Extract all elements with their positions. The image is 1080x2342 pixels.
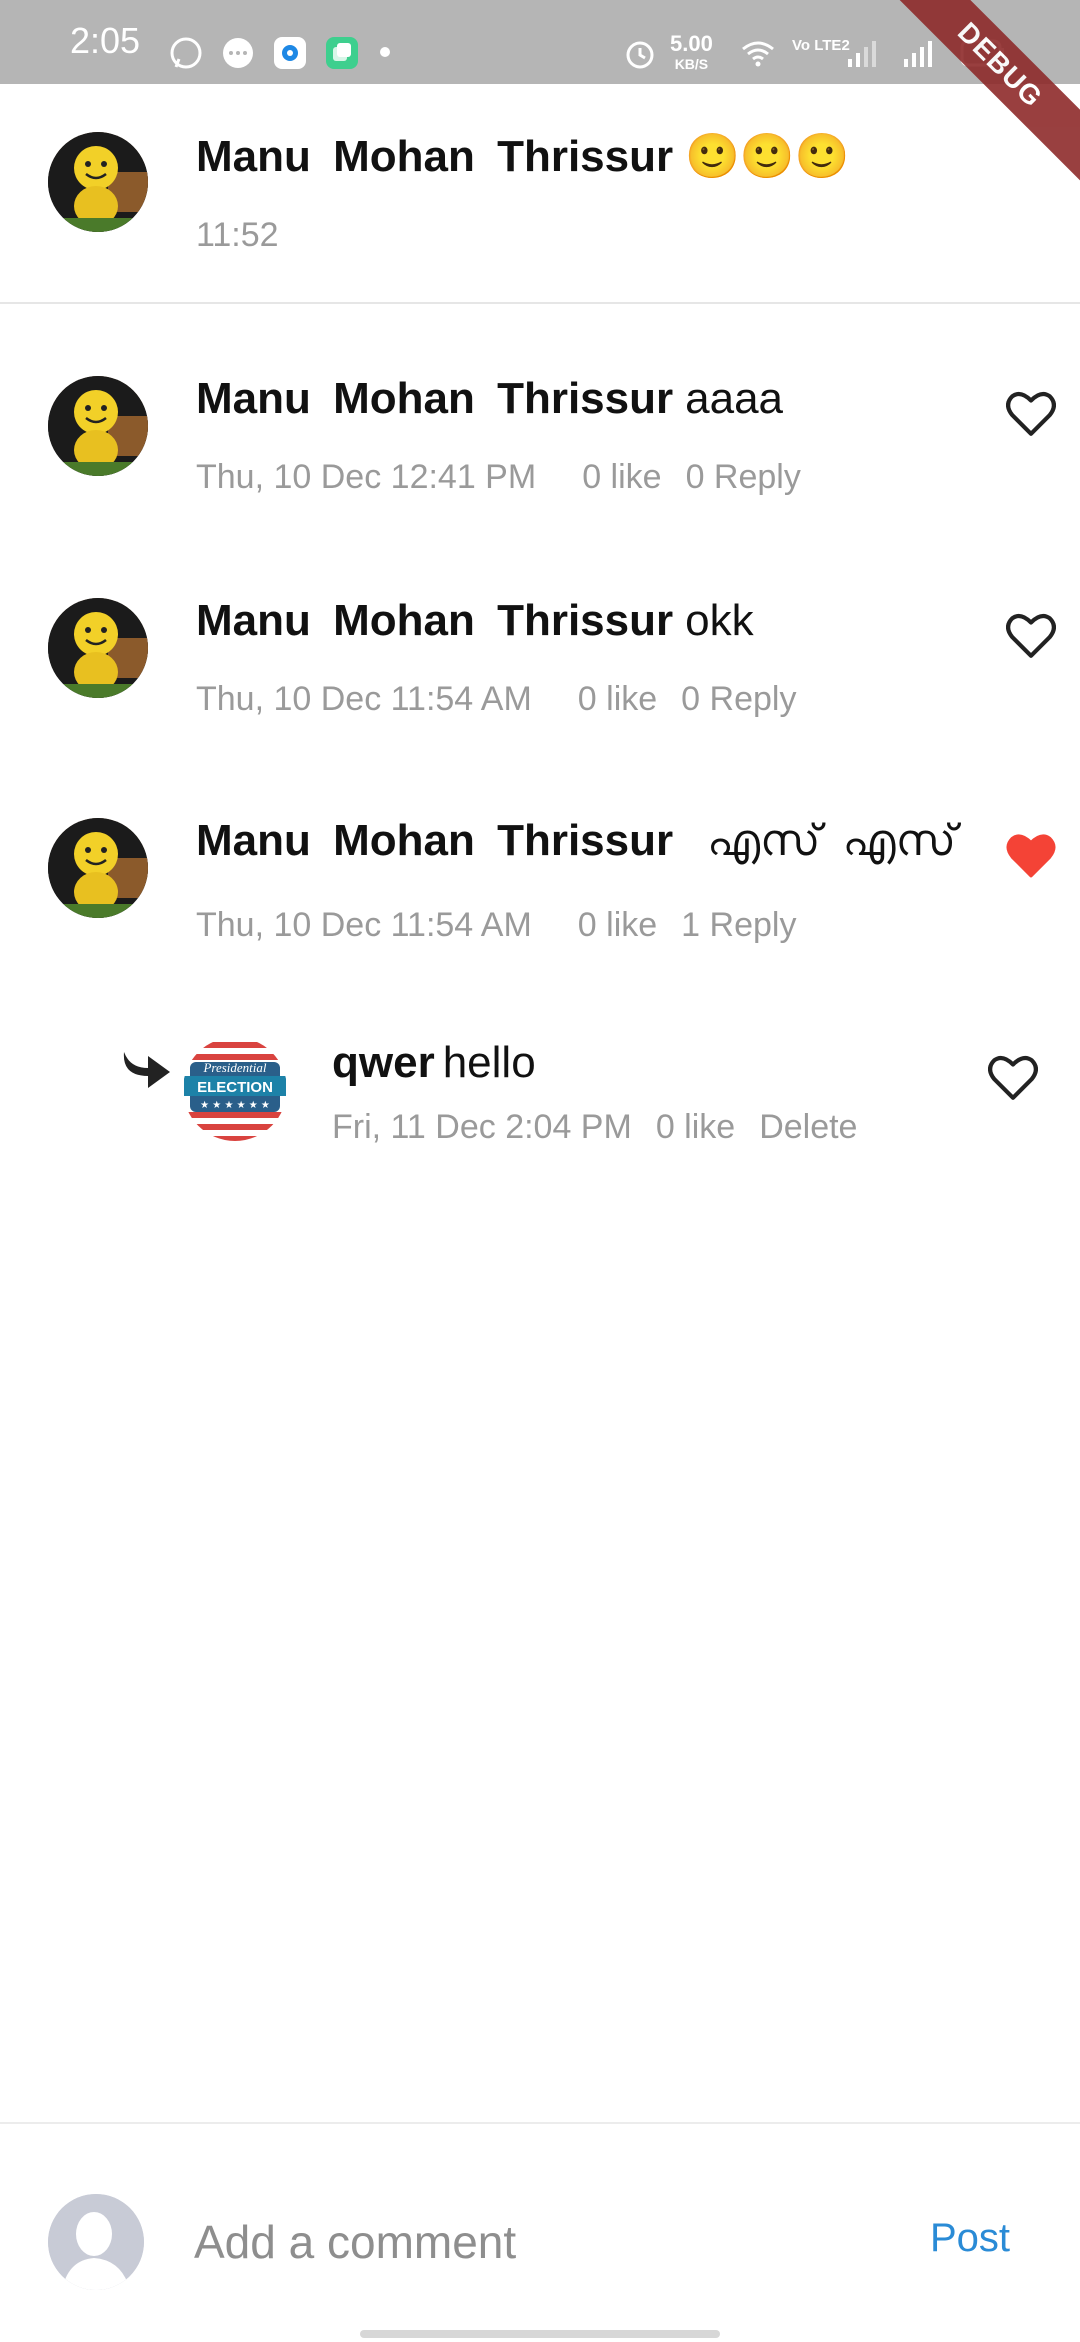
delete-button[interactable]: Delete [759,1108,857,1146]
comment-meta: Thu, 10 Dec 11:54 AM 0 like 1 Reply [196,906,842,945]
comment-author: Manu Mohan Thrissur എസ് എസ് [196,816,956,866]
comment-replies[interactable]: 0 Reply [681,680,796,718]
comment-author: Manu Mohan Thrissur okk [196,596,754,646]
comment-input[interactable] [192,2196,876,2288]
reply-likes[interactable]: 0 like [656,1108,735,1146]
comment-text: എസ് എസ് [707,816,956,865]
smiley-avatar-icon [48,598,148,698]
svg-text:Presidential: Presidential [202,1060,266,1075]
comment-author-name[interactable]: Manu Mohan Thrissur [196,374,673,423]
status-bar: 2:05 5.00 KB/S Vo LTE2 DEBUG [0,0,1080,189]
comment-date: Thu, 10 Dec 11:54 AM [196,906,532,944]
avatar[interactable] [48,818,148,918]
comment-text: okk [685,596,754,645]
avatar[interactable] [48,132,148,232]
comment-likes[interactable]: 0 like [578,680,657,718]
notification-dot [380,47,390,57]
reply-meta: Fri, 11 Dec 2:04 PM 0 like Delete [332,1108,903,1147]
reply-date: Fri, 11 Dec 2:04 PM [332,1108,632,1146]
avatar[interactable] [48,598,148,698]
avatar[interactable]: Presidential ELECTION ★ ★ ★ ★ ★ ★ [182,1036,288,1142]
comment-meta: Thu, 10 Dec 11:54 AM 0 like 0 Reply [196,680,842,719]
signal-icon [848,41,876,67]
wifi-icon [742,41,774,67]
avatar[interactable] [48,376,148,476]
svg-text:ELECTION: ELECTION [197,1079,273,1096]
svg-text:★ ★ ★ ★ ★ ★: ★ ★ ★ ★ ★ ★ [200,1100,270,1111]
election-avatar-icon: Presidential ELECTION ★ ★ ★ ★ ★ ★ [182,1036,288,1142]
reply-arrow-icon [123,1052,170,1088]
reply-text: hello [442,1038,536,1087]
whatsapp-icon [170,37,202,69]
net-speed: 5.00 KB/S [670,31,713,73]
smiley-avatar-icon [48,132,148,232]
comment-text: aaaa [685,374,784,423]
comment-likes[interactable]: 0 like [578,906,657,944]
alarm-icon [626,41,654,69]
user-avatar-icon [48,2194,144,2290]
post-time: 11:52 [196,216,279,254]
post-text: 🙂🙂🙂 [685,132,850,181]
comment-date: Thu, 10 Dec 11:54 AM [196,680,532,718]
like-heart-icon[interactable] [1006,390,1056,436]
app-icon [274,37,306,69]
reply-author-name[interactable]: qwer [332,1038,435,1087]
comment-replies[interactable]: 1 Reply [681,906,796,944]
post-author-name[interactable]: Manu Mohan Thrissur [196,132,673,181]
smiley-avatar-icon [48,818,148,918]
status-time: 2:05 [70,20,141,61]
like-heart-icon[interactable] [988,1054,1038,1100]
comment-author: Manu Mohan Thrissur aaaa [196,374,783,424]
app-icon-green [326,37,358,69]
like-heart-icon[interactable] [1006,612,1056,658]
home-indicator [360,2330,720,2338]
comment-author-name[interactable]: Manu Mohan Thrissur [196,596,673,645]
message-icon [223,38,253,68]
comment-composer: Post [0,2122,1080,2342]
signal-icon-2 [904,41,932,67]
comment-replies[interactable]: 0 Reply [686,458,801,496]
smiley-avatar-icon [48,376,148,476]
comment-likes[interactable]: 0 like [582,458,661,496]
reply-author: qwer hello [332,1038,536,1088]
post-author: Manu Mohan Thrissur 🙂🙂🙂 [196,130,849,182]
volte-indicator: Vo LTE2 [792,37,850,54]
comment-date: Thu, 10 Dec 12:41 PM [196,458,537,496]
liked-heart-icon[interactable] [1006,832,1056,878]
post-button[interactable]: Post [930,2216,1010,2261]
comment-meta: Thu, 10 Dec 12:41 PM 0 like 0 Reply [196,458,847,497]
post-header: Manu Mohan Thrissur 🙂🙂🙂 11:52 [0,84,1080,304]
comment-author-name[interactable]: Manu Mohan Thrissur [196,816,673,865]
